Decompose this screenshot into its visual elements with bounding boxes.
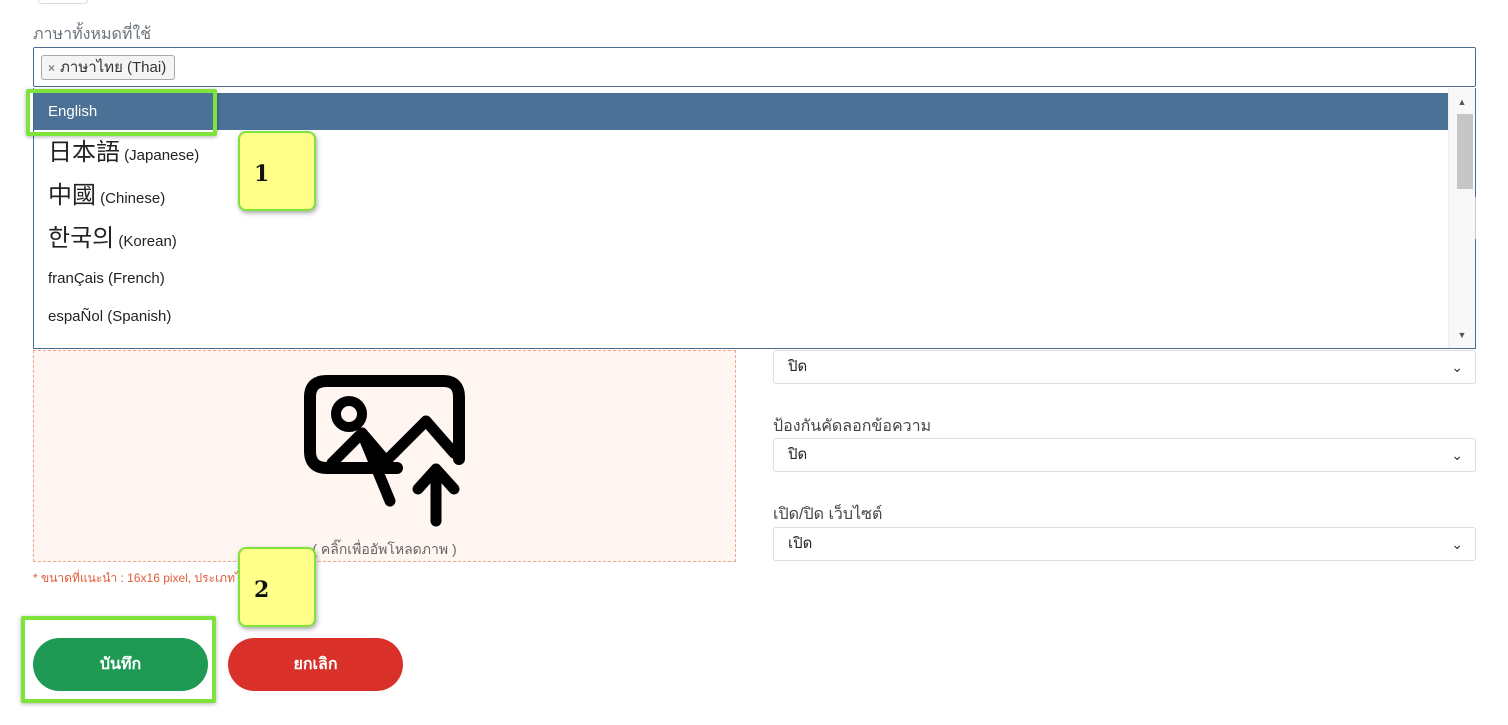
highlight-english-option bbox=[26, 89, 217, 136]
highlight-save-button bbox=[21, 616, 216, 703]
step-2-callout: 2 bbox=[238, 547, 316, 627]
language-dropdown-list: English 日本語 (Japanese) 中國 (Chinese) 한국의 … bbox=[33, 88, 1476, 349]
option-english[interactable]: English bbox=[34, 93, 1449, 130]
scrollbar-thumb[interactable] bbox=[1457, 114, 1473, 189]
option-french-label: franÇais (French) bbox=[48, 270, 165, 287]
copy-protect-value: ปิด bbox=[788, 446, 808, 463]
option-japanese-native: 日本語 bbox=[48, 139, 120, 166]
copy-protect-select[interactable]: ปิด ⌄ bbox=[773, 438, 1476, 472]
copy-protect-label: ป้องกันคัดลอกข้อความ bbox=[773, 418, 932, 435]
option-chinese-english: (Chinese) bbox=[96, 190, 166, 207]
favicon-upload-area[interactable]: ( คลิ๊กเพื่ออัพโหลดภาพ ) bbox=[33, 350, 736, 562]
selected-language-chip: × ภาษาไทย (Thai) bbox=[41, 55, 176, 80]
option-japanese-english: (Japanese) bbox=[120, 147, 200, 164]
site-toggle-label: เปิด/ปิด เว็บไซต์ bbox=[773, 506, 883, 523]
option-korean[interactable]: 한국의 (Korean) bbox=[34, 218, 1449, 260]
option-korean-english: (Korean) bbox=[114, 233, 177, 250]
chevron-down-icon: ⌄ bbox=[1451, 536, 1463, 552]
image-upload-icon bbox=[304, 375, 465, 527]
step-1-callout: 1 bbox=[238, 131, 316, 211]
option-chinese-native: 中國 bbox=[48, 182, 96, 209]
partial-element-top bbox=[38, 0, 88, 4]
upload-hint-text: ( คลิ๊กเพื่ออัพโหลดภาพ ) bbox=[312, 541, 457, 557]
option-spanish[interactable]: espaÑol (Spanish) bbox=[34, 300, 1449, 334]
chevron-down-icon: ⌄ bbox=[1451, 359, 1463, 375]
option-spanish-label: espaÑol (Spanish) bbox=[48, 308, 172, 325]
hidden-field-edge bbox=[1475, 197, 1476, 239]
scroll-up-arrow-icon[interactable]: ▲ bbox=[1449, 97, 1475, 107]
language-multiselect[interactable]: × ภาษาไทย (Thai) bbox=[33, 47, 1476, 87]
setting-select-1-value: ปิด bbox=[788, 358, 808, 375]
site-toggle-select[interactable]: เปิด ⌄ bbox=[773, 527, 1476, 561]
dropdown-scrollbar[interactable]: ▲ ▼ bbox=[1448, 88, 1475, 348]
cancel-button[interactable]: ยกเลิก bbox=[228, 638, 403, 691]
option-french[interactable]: franÇais (French) bbox=[34, 262, 1449, 296]
option-korean-native: 한국의 bbox=[48, 225, 115, 252]
scroll-down-arrow-icon[interactable]: ▼ bbox=[1449, 330, 1475, 340]
website-settings-page: ภาษาทั้งหมดที่ใช้ × ภาษาไทย (Thai) Englis… bbox=[0, 0, 1508, 725]
chevron-down-icon: ⌄ bbox=[1451, 447, 1463, 463]
setting-select-1[interactable]: ปิด ⌄ bbox=[773, 350, 1476, 384]
site-toggle-value: เปิด bbox=[788, 535, 813, 552]
remove-chip-icon[interactable]: × bbox=[48, 61, 55, 75]
chip-label: ภาษาไทย (Thai) bbox=[60, 59, 167, 76]
languages-label: ภาษาทั้งหมดที่ใช้ bbox=[33, 26, 152, 43]
